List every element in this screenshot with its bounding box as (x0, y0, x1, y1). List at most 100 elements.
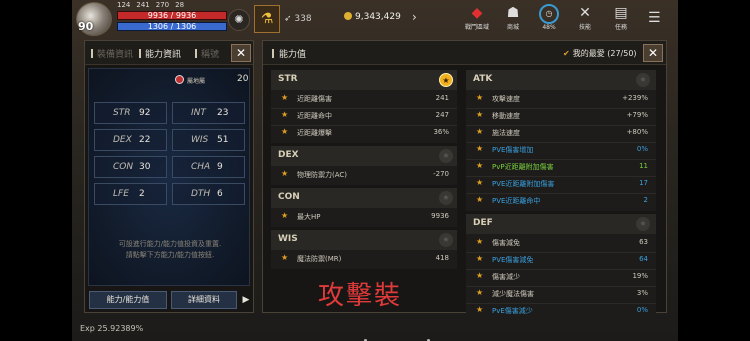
star-icon[interactable]: ★ (476, 144, 483, 153)
chevron-right-icon[interactable]: › (412, 10, 417, 24)
skill-button[interactable]: ✕ 技能 (572, 4, 598, 31)
hamburger-menu-icon[interactable]: ☰ (648, 10, 661, 26)
auto-icon: ◷ (539, 4, 559, 24)
favorite-star-icon[interactable]: ★ (439, 149, 453, 163)
element-row: 屬地屬 20 (89, 73, 249, 89)
stat-label: 近距離命中 (297, 112, 332, 120)
favorites-toggle[interactable]: ✔ 我的最愛 (27/50) (563, 48, 637, 59)
stat-row: ★ 近距離傷害 241 (271, 91, 457, 108)
play-arrow-icon[interactable]: ▶ (239, 291, 253, 309)
favorite-star-icon[interactable]: ★ (439, 233, 453, 247)
auto-button[interactable]: ◷ 48% (536, 4, 562, 31)
favorite-star-icon[interactable]: ★ (636, 217, 650, 231)
stat-section-atk: ATK ★ ★ 攻擊速度 +239% ★ 移動速度 +79% ★ 施法速度 +80% ★ PVE傷害增加… (466, 70, 656, 211)
star-icon[interactable]: ★ (476, 305, 483, 314)
screen-bezel-left (0, 0, 72, 341)
section-title: ATK (473, 74, 493, 84)
tab-divider (91, 49, 93, 58)
star-icon[interactable]: ★ (476, 110, 483, 119)
wing-icon: ➶ (284, 14, 292, 24)
tab-equipment-info[interactable]: 裝備資訊 (91, 47, 133, 60)
tab-label: 裝備資訊 (97, 50, 134, 60)
favorite-star-icon[interactable]: ★ (636, 73, 650, 87)
stat-value: 2 (139, 189, 145, 199)
star-icon[interactable]: ★ (476, 161, 483, 170)
character-level: 90 (78, 20, 94, 33)
star-icon[interactable]: ★ (476, 288, 483, 297)
close-icon[interactable]: ✕ (231, 44, 251, 62)
ability-points-button[interactable]: 能力/能力值 (89, 291, 167, 309)
stat-value: -270 (433, 170, 449, 178)
stat-name: CON (113, 162, 134, 172)
note-line: 請點擊下方能力/能力值按鈕. (125, 251, 215, 259)
stat-label: 魔法防禦(MR) (297, 255, 342, 263)
stat-label: PVE近距離附加傷害 (492, 180, 555, 188)
star-icon[interactable]: ★ (281, 253, 288, 262)
stat-label: 攻擊速度 (492, 95, 520, 103)
detail-info-button[interactable]: 詳細資料 (171, 291, 237, 309)
stat-row: ★ PvP近距離附加傷害 11 (466, 159, 656, 176)
stat-label: 傷害減免 (492, 239, 520, 247)
stat-row: ★ 最大HP 9936 (271, 209, 457, 226)
stat-label: 施法速度 (492, 129, 520, 137)
ranking-emblem-button[interactable]: ◆ 戰鬥區域 (464, 4, 490, 31)
favorites-label: 我的最愛 (27/50) (572, 49, 637, 58)
favorite-star-icon[interactable]: ★ (439, 191, 453, 205)
quest-label: 任務 (614, 24, 627, 31)
left-panel-tabs: 裝備資訊 能力資訊 稱號 ✕ (85, 41, 253, 65)
stat-label: 減少魔法傷害 (492, 290, 534, 298)
screen-bezel-right (678, 0, 750, 341)
section-header: CON ★ (271, 188, 457, 208)
mini-stat: 124 (117, 1, 131, 9)
potion-icon[interactable]: ⚗ (254, 5, 280, 33)
stat-row: ★ 減少魔法傷害 3% (466, 286, 656, 303)
section-title: WIS (278, 234, 298, 244)
gold-counter: 9,343,429 (344, 12, 401, 22)
stat-value: 9 (217, 162, 223, 172)
quest-icon: ▤ (614, 5, 628, 21)
section-title: STR (278, 74, 298, 84)
section-header: DEF ★ (466, 214, 656, 234)
caption-overlay: 攻擊裝 (318, 281, 403, 311)
stat-label: 近距離爆擊 (297, 129, 332, 137)
star-icon[interactable]: ★ (281, 110, 288, 119)
element-label: 屬地屬 (187, 78, 206, 85)
star-icon[interactable]: ★ (281, 93, 288, 102)
stat-label: PvE傷害減少 (492, 307, 533, 315)
star-icon[interactable]: ★ (476, 254, 483, 263)
stat-section-dex: DEX ★ ★ 物理防禦力(AC) -270 (271, 146, 457, 185)
stat-label: PVE傷害減免 (492, 256, 534, 264)
stat-value: +239% (622, 94, 648, 102)
stat-value: 92 (139, 108, 151, 118)
stat-name: DEX (113, 135, 132, 145)
stat-value: 9936 (431, 212, 449, 220)
tab-divider (195, 49, 197, 58)
shop-button[interactable]: ☗ 商城 (500, 4, 526, 31)
section-header: WIS ★ (271, 230, 457, 250)
stat-row: ★ 物理防禦力(AC) -270 (271, 167, 457, 184)
star-icon[interactable]: ★ (281, 211, 288, 220)
stat-name: CHA (191, 162, 211, 172)
star-icon[interactable]: ★ (476, 237, 483, 246)
tab-title[interactable]: 稱號 (195, 47, 219, 60)
stat-name: LFE (113, 189, 129, 199)
hp-text: 9936 / 9936 (147, 11, 197, 20)
close-icon[interactable]: ✕ (643, 44, 663, 62)
stat-cell: LFE 2 (94, 183, 167, 205)
tab-ability-info[interactable]: 能力資訊 (139, 47, 181, 60)
stat-name: DTH (191, 189, 211, 199)
favorite-star-icon[interactable]: ★ (439, 73, 453, 87)
wing-counter: ➶ 338 (284, 14, 312, 24)
stat-row: ★ PVE近距離命中 2 (466, 193, 656, 210)
quest-button[interactable]: ▤ 任務 (608, 4, 634, 31)
stat-row: ★ 近距離命中 247 (271, 108, 457, 125)
star-icon[interactable]: ★ (281, 127, 288, 136)
star-icon[interactable]: ★ (476, 178, 483, 187)
star-icon[interactable]: ★ (476, 93, 483, 102)
star-icon[interactable]: ★ (476, 271, 483, 280)
buff-icon[interactable]: ✺ (228, 9, 250, 31)
checkmark-icon: ✔ (563, 49, 570, 58)
star-icon[interactable]: ★ (476, 195, 483, 204)
star-icon[interactable]: ★ (281, 169, 288, 178)
star-icon[interactable]: ★ (476, 127, 483, 136)
